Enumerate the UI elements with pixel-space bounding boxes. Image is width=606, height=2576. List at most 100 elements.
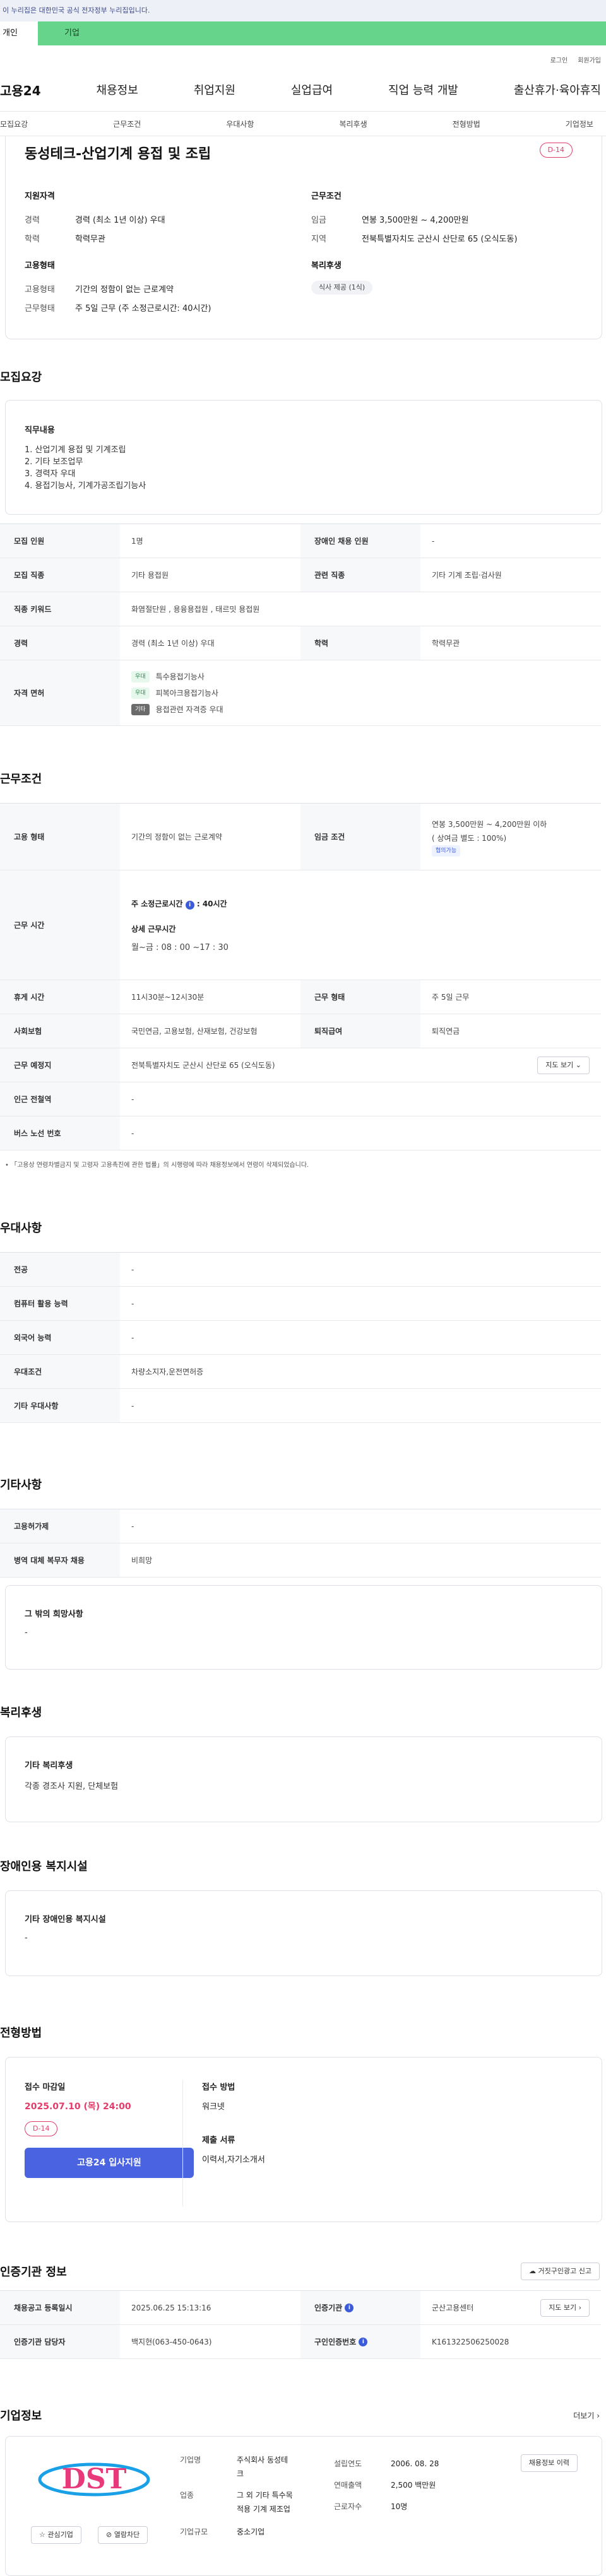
- wage-range: 연봉 3,500만원 ~ 4,200만원 이하: [432, 819, 547, 829]
- disability-section-title: 장애인용 복지시설: [0, 1860, 88, 1873]
- education-row-label: 학력: [300, 626, 420, 660]
- gnb-item-parental-leave[interactable]: 출산휴가·육아휴직: [514, 81, 601, 98]
- section-nav-welfare[interactable]: 복리후생: [339, 119, 367, 129]
- hope-heading: 그 밖의 희망사항: [25, 1610, 83, 1619]
- welfare-summary-heading: 복리후생: [311, 261, 342, 271]
- job-type-label: 모집 직종: [0, 558, 120, 592]
- section-nav-company[interactable]: 기업정보: [566, 119, 593, 129]
- career-label: 경력: [25, 216, 40, 225]
- agency-map-button[interactable]: 지도 보기 ›: [540, 2298, 590, 2317]
- related-job-label: 관련 직종: [300, 558, 420, 592]
- agency-value: 군산고용센터: [432, 2304, 474, 2312]
- company-name-line2: 크: [237, 2469, 244, 2478]
- info-icon[interactable]: i: [359, 2337, 368, 2346]
- age-law-note: • 「고용상 연령차별금지 및 고령자 고용촉진에 관한 법률」의 시행령에 따…: [0, 1159, 606, 1169]
- industry-label: 업종: [180, 2491, 194, 2500]
- job-history-button[interactable]: 채용정보 이력: [520, 2454, 578, 2472]
- computer-skill-label: 컴퓨터 활용 능력: [0, 1287, 120, 1320]
- more-link[interactable]: 더보기 ›: [573, 2410, 600, 2421]
- signup-link[interactable]: 회원가입: [578, 55, 601, 64]
- agency-label: 인증기관: [314, 2304, 343, 2312]
- welfare-box: 기타 복리후생 각종 경조사 지원, 단체보험: [5, 1736, 602, 1822]
- company-name-label: 기업명: [180, 2456, 201, 2464]
- permit-value: -: [131, 1521, 134, 1531]
- retirement-value: 퇴직연금: [432, 1027, 460, 1036]
- section-nav-pref[interactable]: 우대사항: [226, 119, 254, 129]
- gnb-item-skills[interactable]: 직업 능력 개발: [388, 81, 458, 98]
- block-view-label: 열람차단: [114, 2531, 140, 2539]
- block-icon: ⊘: [106, 2531, 112, 2539]
- company-info-col1: 기업명 주식회사 동성테 크 업종 그 외 기타 특수목 적용 기계 제조업 기업규모 중…: [180, 2453, 300, 2539]
- info-icon[interactable]: i: [185, 900, 194, 910]
- section-nav-recruit[interactable]: 모집요강: [0, 119, 28, 129]
- bus-value: -: [131, 1128, 134, 1138]
- cert-section-title: 인증기관 정보: [0, 2266, 67, 2279]
- method-value: 워크넷: [202, 2102, 225, 2112]
- related-job-value: 기타 기계 조립·검사원: [432, 571, 502, 580]
- military-value: 비희망: [131, 1556, 153, 1565]
- gnb-item-unemployment-benefit[interactable]: 실업급여: [291, 81, 333, 98]
- subway-value: -: [131, 1094, 134, 1104]
- process-section-title: 전형방법: [0, 2027, 42, 2040]
- section-nav-process[interactable]: 전형방법: [453, 119, 480, 129]
- duty-list: 1. 산업기계 용접 및 기계조립 2. 기타 보조업무 3. 경력자 우대 4…: [25, 444, 583, 492]
- info-icon[interactable]: i: [345, 2303, 354, 2312]
- sales-label: 연매출액: [334, 2481, 362, 2490]
- reg-date-label: 채용공고 등록일시: [0, 2291, 120, 2324]
- favorite-company-button[interactable]: ☆ 관심기업: [31, 2526, 81, 2544]
- gnb-item-employment-support[interactable]: 취업지원: [194, 81, 235, 98]
- workplace-label: 근무 예정지: [0, 1048, 120, 1082]
- headcount-value: 1명: [131, 537, 143, 546]
- company-card: DST ☆ 관심기업 ⊘ 열람차단 기업명 주식회사 동성테 크 업종 그 외 기타 …: [5, 2436, 602, 2576]
- work-shape-label: 근무형태: [25, 304, 55, 313]
- company-logo-text: DST: [62, 2463, 127, 2495]
- tab-business[interactable]: 기업: [38, 21, 606, 45]
- disability-box-value: -: [25, 1933, 28, 1943]
- duty-box: 직무내용 1. 산업기계 용접 및 기계조립 2. 기타 보조업무 3. 경력자…: [5, 400, 602, 515]
- agency-label-cell: 인증기관 i: [300, 2291, 420, 2324]
- weekly-hours-value: : 40시간: [196, 899, 227, 908]
- job-summary-card: 동성테크-산업기계 용접 및 조립 D-14 지원자격 경력 경력 (최소 1년 …: [5, 136, 602, 339]
- docs-value: 이력서,자기소개서: [202, 2155, 265, 2165]
- gov-banner: 이 누리집은 대한민국 공식 전자정부 누리집입니다.: [0, 0, 606, 21]
- section-nav-work[interactable]: 근무조건: [113, 119, 141, 129]
- qualification-heading: 지원자격: [25, 192, 55, 201]
- gov-banner-text: 이 누리집은 대한민국 공식 전자정부 누리집입니다.: [3, 6, 150, 15]
- job-title: 동성테크-산업기계 용접 및 조립: [25, 146, 211, 162]
- block-view-button[interactable]: ⊘ 열람차단: [98, 2526, 148, 2544]
- bonus-text: ( 상여금 별도 : 100%): [432, 833, 507, 843]
- license-name: 용접관련 자격증 우대: [155, 705, 223, 714]
- education-value: 학력무관: [75, 235, 105, 244]
- job-keyword-value: 화염절단원 , 용융용접원 , 태르밋 용접원: [131, 605, 260, 614]
- career-value: 경력 (최소 1년 이상) 우대: [75, 216, 165, 225]
- headcount-label: 모집 인원: [0, 524, 120, 558]
- agency-value-cell: 군산고용센터 지도 보기 ›: [420, 2291, 601, 2324]
- other-section-title: 기타사항: [0, 1478, 42, 1492]
- deadline-column: 접수 마감일 2025.07.10 (목) 24:00 D-14 고용24 입사…: [25, 2080, 194, 2178]
- welfare-tag: 식사 제공 (1식): [311, 281, 373, 295]
- report-button[interactable]: ☁ 거짓구인광고 신고: [521, 2263, 600, 2280]
- company-header: 기업정보 더보기 ›: [0, 2407, 606, 2423]
- company-info-col2: 설립연도 2006. 08. 28 연매출액 2,500 백만원 근로자수 10명: [334, 2453, 439, 2517]
- apply-button[interactable]: 고용24 입사지원: [25, 2148, 194, 2178]
- cert-header: 인증기관 정보 ☁ 거짓구인광고 신고: [0, 2263, 606, 2280]
- workplace-value: 전북특별자치도 군산시 산단로 65 (오식도동): [131, 1061, 275, 1070]
- gnb-item-jobs[interactable]: 채용정보: [97, 81, 138, 98]
- map-button-label: 지도 보기: [545, 1060, 574, 1069]
- break-time-value: 11시30분~12시30분: [131, 993, 205, 1002]
- site-logo[interactable]: 고용24: [0, 81, 41, 99]
- work-section-title: 근무조건: [0, 773, 42, 786]
- agency-map-button-label: 지도 보기: [549, 2303, 577, 2312]
- license-badge: 우대: [131, 687, 150, 699]
- reg-date-value: 2025.06.25 15:13:16: [131, 2303, 211, 2312]
- welfare-section-title: 복리후생: [0, 1706, 42, 1719]
- map-button[interactable]: 지도 보기 ⌄: [537, 1056, 590, 1074]
- weekly-hours-label: 주 소정근로시간: [131, 899, 183, 908]
- welfare-box-heading: 기타 복리후생: [25, 1761, 73, 1771]
- license-name: 피복아크용접기능사: [155, 688, 218, 698]
- company-size-value: 중소기업: [237, 2527, 265, 2536]
- global-nav: 고용24 채용정보 취업지원 실업급여 직업 능력 개발 출산휴가·육아휴직: [0, 68, 606, 111]
- login-link[interactable]: 로그인: [550, 55, 568, 64]
- license-name: 특수용접기능사: [155, 672, 205, 681]
- tab-personal[interactable]: 개인: [0, 21, 38, 45]
